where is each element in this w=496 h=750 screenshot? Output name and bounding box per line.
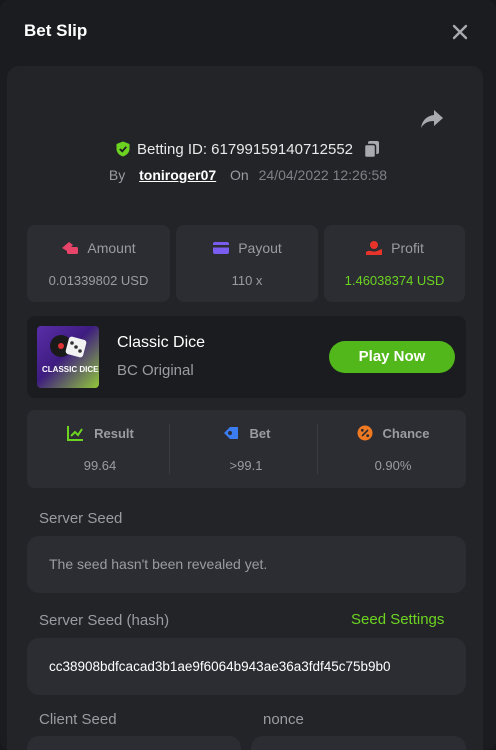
bet-tag-icon: [223, 427, 238, 439]
result-panel: Result 99.64 Bet >99.1 Chance 0.90%: [27, 410, 466, 488]
stat-value: 0.01339802 USD: [48, 273, 149, 288]
result-column: Result 99.64: [27, 410, 173, 488]
server-seed-label: Server Seed: [39, 510, 123, 527]
betting-id-line: Betting ID: 61799159140712552: [0, 140, 496, 158]
stat-value: 1.46038374 USD: [344, 273, 445, 288]
divider: [317, 424, 318, 474]
client-seed-field[interactable]: [27, 736, 241, 750]
divider: [169, 424, 170, 474]
stat-payout: Payout 110 x: [176, 225, 318, 302]
dice-icon: [50, 335, 87, 358]
bet-byline: By toniroger07 On 24/04/2022 12:26:58: [0, 167, 496, 183]
on-label: On: [230, 167, 249, 183]
modal-title: Bet Slip: [24, 21, 88, 40]
client-seed-label: Client Seed: [39, 711, 117, 728]
nonce-label: nonce: [263, 711, 304, 728]
play-now-button[interactable]: Play Now: [329, 341, 455, 373]
username-link[interactable]: toniroger07: [139, 167, 216, 183]
result-value: 99.64: [83, 458, 117, 473]
stat-label: Profit: [391, 240, 424, 256]
shield-check-icon: [116, 141, 130, 157]
result-icon: [67, 426, 84, 441]
chance-icon: [357, 425, 373, 441]
seed-settings-link[interactable]: Seed Settings: [351, 611, 444, 628]
game-thumbnail[interactable]: CLASSIC DICE: [37, 326, 99, 388]
payout-icon: [213, 242, 230, 254]
chance-label: Chance: [382, 425, 430, 441]
game-thumbnail-text: CLASSIC DICE: [42, 365, 99, 374]
betting-id: Betting ID: 61799159140712552: [136, 140, 354, 158]
profit-icon: [366, 241, 383, 255]
chance-column: Chance 0.90%: [320, 410, 466, 488]
bet-slip-modal: Bet Slip Betting ID: 61799159140712552 B…: [0, 0, 496, 750]
stat-profit: Profit 1.46038374 USD: [324, 225, 465, 302]
stat-label: Payout: [238, 240, 282, 256]
close-icon[interactable]: [450, 22, 470, 42]
stat-amount: Amount 0.01339802 USD: [27, 225, 170, 302]
server-hash-label: Server Seed (hash): [39, 612, 170, 629]
copy-icon[interactable]: [363, 140, 381, 158]
result-label: Result: [94, 425, 134, 441]
nonce-field[interactable]: [251, 736, 466, 750]
amount-icon: [62, 242, 79, 254]
bet-label: Bet: [249, 425, 271, 441]
bet-date: 24/04/2022 12:26:58: [258, 167, 388, 183]
game-provider: BC Original: [117, 362, 194, 379]
server-hash-field[interactable]: cc38908bdfcacad3b1ae9f6064b943ae36a3fdf4…: [27, 638, 466, 695]
by-label: By: [108, 167, 126, 183]
stat-label: Amount: [87, 240, 136, 256]
share-icon[interactable]: [420, 108, 444, 130]
stat-value: 110 x: [231, 273, 263, 288]
server-seed-field: The seed hasn't been revealed yet.: [27, 536, 466, 593]
chance-value: 0.90%: [374, 458, 412, 473]
bet-column: Bet >99.1: [173, 410, 319, 488]
game-name: Classic Dice: [117, 334, 206, 351]
bet-value: >99.1: [229, 458, 263, 473]
game-card: CLASSIC DICE Classic Dice BC Original Pl…: [27, 316, 466, 398]
modal-header: Bet Slip: [0, 0, 496, 64]
